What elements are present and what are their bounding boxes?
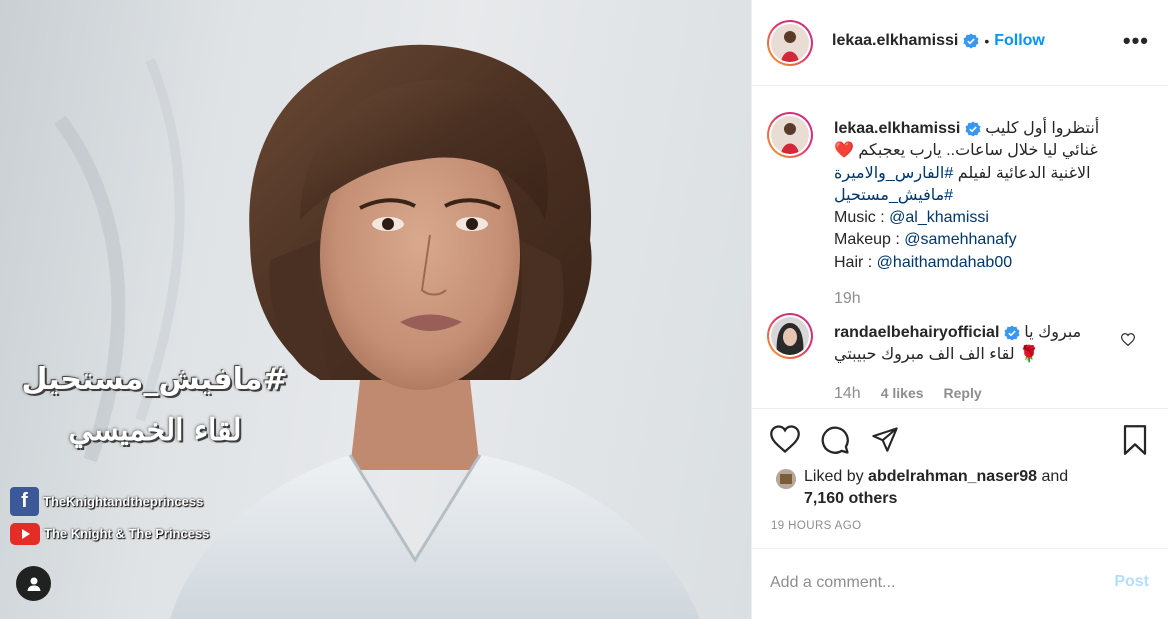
youtube-icon [10, 519, 40, 548]
share-icon[interactable] [871, 425, 899, 453]
hashtag-link[interactable]: #مافيش_مستحيل [834, 187, 953, 204]
music-credit-label: Music : [834, 209, 890, 227]
liker-avatar[interactable] [776, 469, 796, 489]
author-username[interactable]: lekaa.elkhamissi [832, 32, 958, 50]
caption-line-2: غنائي ليا خلال ساعات.. يارب يعجبكم ❤️ [834, 142, 1098, 160]
comment-meta: 14h 4 likes Reply [834, 385, 982, 403]
header-user-row: lekaa.elkhamissi • Follow [832, 32, 1045, 50]
more-options-button[interactable]: ••• [1123, 30, 1149, 52]
add-comment-bar: Post [752, 548, 1168, 619]
author-avatar[interactable] [767, 20, 813, 66]
tagged-users-button[interactable] [16, 566, 51, 601]
liked-by-row: Liked by abdelrahman_naser98 and 7,160 o… [776, 466, 1068, 510]
caption-line-3-text: الاغنية الدعائية لفيلم [957, 164, 1091, 182]
heart-icon[interactable] [770, 425, 800, 453]
comment-input[interactable] [770, 571, 1090, 595]
comment-timestamp[interactable]: 14h [834, 385, 861, 403]
post-comment-button[interactable]: Post [1114, 573, 1149, 591]
post-sidebar: lekaa.elkhamissi • Follow ••• lekaa.elkh… [751, 0, 1168, 619]
facebook-page-name: TheKnightandtheprincess [43, 494, 204, 509]
youtube-channel-name: The Knight & The Princess [44, 526, 210, 541]
hair-credit-handle[interactable]: @haithamdahab00 [877, 254, 1012, 271]
music-credit-handle[interactable]: @al_khamissi [889, 209, 989, 226]
comment-icon[interactable] [820, 425, 850, 455]
header-separator: • [984, 33, 990, 49]
makeup-credit-label: Makeup : [834, 231, 905, 249]
post-actions: Liked by abdelrahman_naser98 and 7,160 o… [752, 408, 1168, 558]
person-icon [27, 577, 40, 591]
verified-badge-icon [963, 33, 979, 49]
reply-button[interactable]: Reply [944, 385, 982, 401]
comment-body: randaelbehairyofficial مبروك يا لقاء الف… [834, 322, 1114, 367]
post-caption: lekaa.elkhamissi أنتظروا أول كليب غنائي … [834, 118, 1144, 274]
like-comment-heart-icon[interactable] [1121, 333, 1135, 346]
comment-likes-count[interactable]: 4 likes [881, 385, 924, 401]
youtube-credit: The Knight & The Princess [10, 519, 209, 548]
liked-by-text: Liked by abdelrahman_naser98 and 7,160 o… [804, 468, 1069, 507]
commenter-username[interactable]: randaelbehairyofficial [834, 324, 999, 341]
overlay-hashtag: #مافيش_مستحيل [21, 362, 288, 397]
caption-timestamp[interactable]: 19h [834, 290, 861, 308]
hashtag-link[interactable]: #الفارس_والاميرة [834, 165, 953, 182]
bookmark-icon[interactable] [1122, 425, 1148, 455]
verified-badge-icon [1004, 325, 1020, 341]
overlay-artist-name: لقاء الخميسي [68, 413, 242, 448]
comments-area[interactable]: lekaa.elkhamissi أنتظروا أول كليب غنائي … [752, 87, 1168, 407]
comment-line-2: لقاء الف الف مبروك حبيبتي 🌹 [834, 346, 1039, 364]
facebook-credit: f TheKnightandtheprincess [10, 487, 203, 516]
caption-username[interactable]: lekaa.elkhamissi [834, 120, 960, 137]
caption-line-1: أنتظروا أول كليب [985, 120, 1100, 137]
commenter-avatar[interactable] [767, 313, 813, 359]
caption-line-3: الاغنية الدعائية لفيلم #الفارس_والاميرة [834, 163, 1144, 185]
makeup-credit-handle[interactable]: @samehhanafy [904, 231, 1016, 248]
comment-line-1: مبروك يا [1024, 324, 1082, 341]
verified-badge-icon [965, 121, 981, 137]
post-date[interactable]: 19 HOURS AGO [771, 520, 861, 532]
post-photo[interactable]: #مافيش_مستحيل لقاء الخميسي f TheKnightan… [0, 0, 751, 619]
liker-username[interactable]: abdelrahman_naser98 [868, 468, 1037, 485]
follow-button[interactable]: Follow [994, 32, 1045, 50]
post-header: lekaa.elkhamissi • Follow ••• [752, 0, 1168, 86]
facebook-icon: f [10, 487, 39, 516]
others-likes-count[interactable]: 7,160 others [804, 490, 897, 507]
caption-author-avatar[interactable] [767, 112, 813, 158]
hair-credit-label: Hair : [834, 253, 877, 271]
